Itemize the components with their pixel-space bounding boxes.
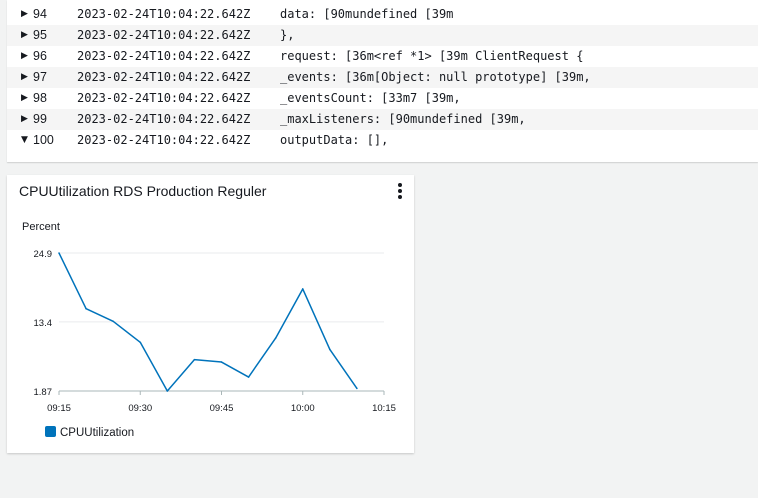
log-row-message: request: [36m<ref *1> [39m ClientRequest… — [280, 49, 584, 63]
y-tick-label: 13.4 — [34, 318, 53, 329]
data-point[interactable] — [247, 376, 250, 378]
log-row-timestamp: 2023-02-24T10:04:22.642Z — [77, 112, 251, 126]
log-row-timestamp: 2023-02-24T10:04:22.642Z — [77, 91, 251, 105]
data-point[interactable] — [356, 387, 358, 390]
cpu-utilization-widget: CPUUtilization RDS Production Reguler Pe… — [7, 175, 414, 453]
log-row-timestamp: 2023-02-24T10:04:22.642Z — [77, 7, 251, 21]
log-row[interactable]: ▼ 100 2023-02-24T10:04:22.642Z outputData: … — [7, 130, 758, 151]
log-row-number: 96 — [33, 49, 47, 63]
log-row-timestamp: 2023-02-24T10:04:22.642Z — [77, 133, 251, 147]
log-row[interactable]: ▶ 94 2023-02-24T10:04:22.642Z data: [90mund… — [7, 4, 758, 25]
caret-down-icon[interactable]: ▼ — [21, 130, 28, 151]
caret-right-icon[interactable]: ▶ — [21, 4, 28, 25]
log-row-number: 97 — [33, 70, 47, 84]
x-tick-label: 10:00 — [291, 403, 315, 414]
data-point[interactable] — [329, 348, 331, 351]
data-point[interactable] — [112, 320, 114, 323]
x-tick-label: 10:15 — [372, 403, 396, 414]
caret-right-icon[interactable]: ▶ — [21, 46, 28, 67]
data-point[interactable] — [301, 288, 304, 290]
log-row-message: outputData: [], — [280, 133, 389, 147]
data-point[interactable] — [166, 390, 169, 392]
data-point[interactable] — [193, 358, 196, 361]
log-row[interactable]: ▶ 96 2023-02-24T10:04:22.642Z request: [36m… — [7, 46, 758, 67]
log-row-number: 100 — [33, 133, 54, 147]
log-row-number: 99 — [33, 112, 47, 126]
caret-right-icon[interactable]: ▶ — [21, 67, 28, 88]
log-row-message: _eventsCount: [33m7 [39m, — [280, 91, 461, 105]
y-tick-label: 24.9 — [34, 249, 53, 260]
log-row[interactable]: ▶ 97 2023-02-24T10:04:22.642Z _events: [36m… — [7, 67, 758, 88]
legend-swatch — [45, 426, 56, 437]
y-tick-label: 1.87 — [34, 387, 53, 398]
log-events-panel: ▶ 94 2023-02-24T10:04:22.642Z data: [90mund… — [7, 0, 758, 162]
x-tick-label: 09:30 — [128, 403, 152, 414]
data-point[interactable] — [85, 307, 87, 310]
log-row-timestamp: 2023-02-24T10:04:22.642Z — [77, 49, 251, 63]
log-row-number: 94 — [33, 7, 47, 21]
log-row-number: 98 — [33, 91, 47, 105]
cpu-utilization-chart: 24.9 13.4 1.87 09:15 09:30 09:45 10:00 10:15 — [34, 249, 396, 414]
log-row-timestamp: 2023-02-24T10:04:22.642Z — [77, 28, 251, 42]
data-point[interactable] — [139, 341, 142, 344]
log-row-number: 95 — [33, 28, 47, 42]
log-row-message: }, — [280, 28, 295, 42]
log-row-timestamp: 2023-02-24T10:04:22.642Z — [77, 70, 251, 84]
log-row-message: _maxListeners: [90mundefined [39m, — [280, 112, 526, 126]
caret-right-icon[interactable]: ▶ — [21, 88, 28, 109]
x-tick-label: 09:45 — [210, 403, 234, 414]
data-point[interactable] — [220, 361, 223, 363]
chart-legend[interactable]: CPUUtilization — [45, 426, 134, 440]
data-point[interactable] — [274, 337, 277, 339]
log-row[interactable]: ▶ 95 2023-02-24T10:04:22.642Z}, — [7, 25, 758, 46]
legend-label: CPUUtilization — [60, 427, 135, 439]
caret-right-icon[interactable]: ▶ — [21, 109, 28, 130]
log-row-message: data: [90mundefined [39m — [280, 7, 454, 21]
x-tick-label: 09:15 — [47, 403, 71, 414]
log-row[interactable]: ▶ 98 2023-02-24T10:04:22.642Z _eventsCount:… — [7, 88, 758, 109]
log-row[interactable]: ▶ 99 2023-02-24T10:04:22.642Z _maxListeners… — [7, 109, 758, 130]
log-row-message: _events: [36m[Object: null prototype] [3… — [280, 70, 591, 84]
caret-right-icon[interactable]: ▶ — [21, 25, 28, 46]
data-point[interactable] — [58, 252, 60, 254]
